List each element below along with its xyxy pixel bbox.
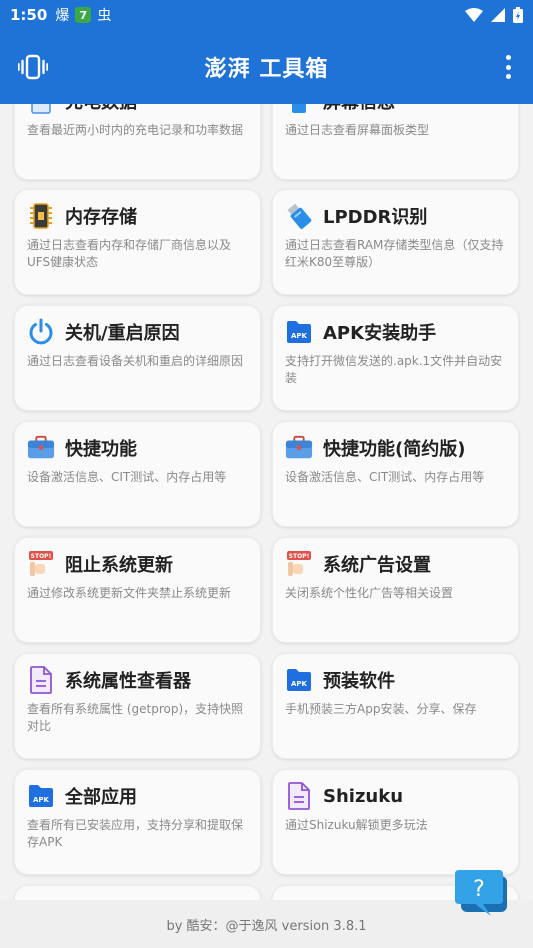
card-title: 快捷功能(简约版) — [323, 439, 466, 460]
stop-label: STOP! — [289, 553, 310, 560]
card-prop-viewer[interactable]: 系统属性查看器 查看所有系统属性 (getprop)，支持快照对比 — [14, 653, 261, 759]
card-title: 系统属性查看器 — [65, 671, 191, 692]
toolbox-icon — [27, 434, 55, 462]
vibrate-icon[interactable] — [18, 54, 48, 80]
document-icon — [285, 782, 313, 810]
card-description: 设备激活信息、CIT测试、内存占用等 — [27, 470, 227, 484]
card-title: Shizuku — [323, 785, 404, 807]
status-app-icon-2: 7 — [75, 7, 92, 23]
apk-file-icon: APK — [27, 782, 55, 810]
help-question-icon: ? — [473, 877, 485, 902]
card-title: 系统广告设置 — [323, 555, 431, 576]
apk-label: APK — [291, 332, 308, 340]
apk-label: APK — [33, 796, 50, 804]
card-title: 内存存储 — [65, 207, 137, 228]
toolbox-icon — [285, 434, 313, 462]
card-description: 通过日志查看内存和存储厂商信息以及UFS健康状态 — [27, 238, 232, 269]
stop-hand-icon: STOP! — [285, 550, 313, 578]
apk-file-icon: APK — [285, 318, 313, 346]
status-app-icon-3: 虫 — [97, 8, 112, 24]
status-app-icon-1: 爆 — [55, 8, 70, 24]
card-shortcuts-lite[interactable]: 快捷功能(简约版) 设备激活信息、CIT测试、内存占用等 — [272, 421, 519, 527]
card-description: 通过修改系统更新文件夹禁止系统更新 — [27, 586, 232, 600]
stop-label: STOP! — [31, 553, 52, 560]
app-title: 澎湃 工具箱 — [204, 57, 329, 82]
card-title: 阻止系统更新 — [65, 555, 173, 576]
card-title: 快捷功能 — [65, 439, 137, 460]
more-options-icon[interactable] — [505, 55, 511, 79]
battery-doc-icon — [27, 104, 55, 115]
card-description: 手机预装三方App安装、分享、保存 — [285, 702, 477, 716]
card-title: 全部应用 — [65, 787, 137, 808]
signal-icon — [491, 8, 505, 22]
document-icon — [27, 666, 55, 694]
tool-grid: 充电数据 查看最近两小时内的充电记录和功率数据 屏幕信息 通过日志查看屏幕面板类… — [0, 104, 533, 900]
card-title: 充电数据 — [65, 104, 137, 114]
status-bar: 1:50 爆 7 虫 — [0, 0, 533, 30]
status-time: 1:50 — [10, 6, 48, 24]
card-description: 查看最近两小时内的充电记录和功率数据 — [27, 123, 244, 137]
app-bar: 澎湃 工具箱 — [0, 30, 533, 104]
card-description: 通过日志查看设备关机和重启的详细原因 — [27, 354, 244, 368]
card-description: 通过日志查看屏幕面板类型 — [285, 123, 430, 137]
card-screen-info[interactable]: 屏幕信息 通过日志查看屏幕面板类型 — [272, 104, 519, 180]
card-block-update[interactable]: STOP! 阻止系统更新 通过修改系统更新文件夹禁止系统更新 — [14, 537, 261, 643]
card-apk-installer[interactable]: APK APK安装助手 支持打开微信发送的.apk.1文件并自动安装 — [272, 305, 519, 411]
card-description: 设备激活信息、CIT测试、内存占用等 — [285, 470, 485, 484]
battery-icon — [513, 7, 523, 23]
card-description: 支持打开微信发送的.apk.1文件并自动安装 — [285, 354, 503, 385]
memory-chip-icon — [27, 202, 55, 230]
card-title: 预装软件 — [323, 671, 395, 692]
power-icon — [27, 318, 55, 346]
card-all-apps[interactable]: APK 全部应用 查看所有已安装应用，支持分享和提取保存APK — [14, 769, 261, 875]
card-title: APK安装助手 — [323, 323, 437, 344]
card-shizuku[interactable]: Shizuku 通过Shizuku解锁更多玩法 — [272, 769, 519, 875]
card-ad-settings[interactable]: STOP! 系统广告设置 关闭系统个性化广告等相关设置 — [272, 537, 519, 643]
card-description: 查看所有系统属性 (getprop)，支持快照对比 — [27, 702, 244, 733]
card-title: 关机/重启原因 — [65, 323, 180, 344]
card-shutdown-reason[interactable]: 关机/重启原因 通过日志查看设备关机和重启的详细原因 — [14, 305, 261, 411]
screen-icon — [285, 104, 313, 115]
apk-label: APK — [291, 680, 308, 688]
card-preinstalled-apps[interactable]: APK 预装软件 手机预装三方App安装、分享、保存 — [272, 653, 519, 759]
card-lpddr[interactable]: LPDDR识别 通过日志查看RAM存储类型信息（仅支持红米K80至尊版） — [272, 189, 519, 295]
card-description: 关闭系统个性化广告等相关设置 — [285, 586, 454, 600]
apk-file-icon: APK — [285, 666, 313, 694]
card-title: LPDDR识别 — [323, 207, 428, 228]
stop-hand-icon: STOP! — [27, 550, 55, 578]
card-partial-left[interactable] — [14, 885, 261, 900]
card-description: 查看所有已安装应用，支持分享和提取保存APK — [27, 818, 244, 849]
card-memory-storage[interactable]: 内存存储 通过日志查看内存和存储厂商信息以及UFS健康状态 — [14, 189, 261, 295]
wifi-icon — [465, 8, 483, 22]
card-shortcuts[interactable]: 快捷功能 设备激活信息、CIT测试、内存占用等 — [14, 421, 261, 527]
usb-drive-icon — [285, 202, 313, 230]
card-title: 屏幕信息 — [323, 104, 395, 114]
help-button[interactable]: ? — [453, 870, 509, 922]
card-charging-data[interactable]: 充电数据 查看最近两小时内的充电记录和功率数据 — [14, 104, 261, 180]
card-description: 通过日志查看RAM存储类型信息（仅支持红米K80至尊版） — [285, 238, 504, 269]
card-description: 通过Shizuku解锁更多玩法 — [285, 818, 428, 832]
